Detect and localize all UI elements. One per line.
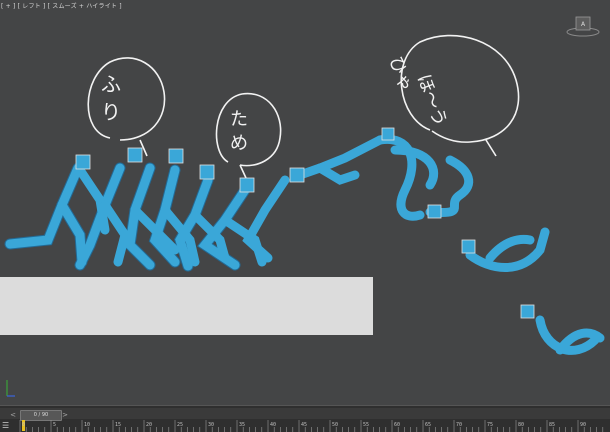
ruler-tick-label: 35	[239, 422, 246, 428]
ruler-tick-label: 60	[394, 422, 401, 428]
ruler-tick-label: 50	[332, 422, 339, 428]
scene-canvas	[0, 34, 605, 355]
timeline[interactable]: < 0 / 90 > ☰ 0 5 10 15 20 25 30 35 40 45 50 55 60 65 7…	[0, 405, 610, 432]
ruler-tick-label: 40	[270, 422, 277, 428]
ruler-tick-label: 25	[177, 422, 184, 428]
ruler-tick-label: 15	[115, 422, 122, 428]
timeline-ruler[interactable]: 0 5 10 15 20 25 30 35 40 45 50 55 60 65 70 75 80 85 90	[18, 420, 610, 432]
ruler-tick-label: 30	[208, 422, 215, 428]
ruler-tick-label: 0	[22, 422, 26, 428]
ruler-tick-label: 5	[53, 422, 57, 428]
ruler-tick-label: 85	[549, 422, 556, 428]
axis-gizmo-icon	[6, 380, 15, 397]
ruler-tick-label: 75	[487, 422, 494, 428]
time-slider-track[interactable]: < 0 / 90 >	[0, 408, 610, 421]
ruler-tick-label: 70	[456, 422, 463, 428]
slider-next-button[interactable]: >	[60, 411, 70, 419]
ruler-tick-label: 10	[84, 422, 91, 428]
viewport-left[interactable]: [ + ] [ レフト ] [ スムーズ + ハイライト ] A ふり ため ひ…	[0, 0, 610, 405]
ruler-tick-label: 55	[363, 422, 370, 428]
ruler-tick-label: 45	[301, 422, 308, 428]
ruler-tick-label: 90	[580, 422, 587, 428]
ruler-tick-label: 20	[146, 422, 153, 428]
ground-box	[0, 277, 373, 335]
slider-prev-button[interactable]: <	[8, 411, 18, 419]
bubble-text-tame: ため	[230, 109, 248, 154]
viewcube-icon[interactable]: A	[566, 13, 600, 37]
ruler-tick-label: 80	[518, 422, 525, 428]
track-bar-icon[interactable]: ☰	[2, 421, 14, 431]
ruler-tick-label: 65	[425, 422, 432, 428]
bubble-text-furi: ふり	[101, 72, 121, 124]
